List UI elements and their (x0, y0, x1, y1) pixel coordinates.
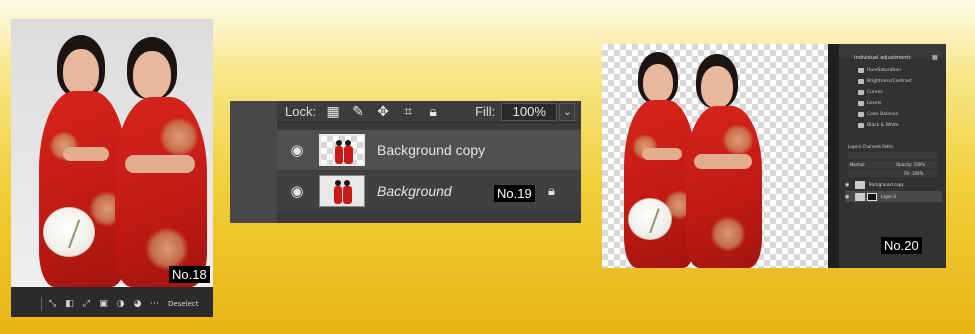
eye-icon[interactable]: ◉ (287, 182, 307, 200)
lock-image-pixels-icon[interactable]: ✎ (350, 104, 366, 120)
adjustment-black-white[interactable]: Black & White (858, 123, 899, 128)
lock-fill-row: Lock: ▦ ✎ ✥ ⌗ 🔒︎ Fill: 100% ⌄ (277, 101, 581, 123)
opacity-field[interactable]: Opacity: 100% (896, 162, 925, 167)
grid-view-icon[interactable]: ▦ (932, 54, 938, 61)
layer-row-background[interactable]: ◉ Background No.19 🔒︎ (277, 171, 581, 211)
transform-icon[interactable]: ⤢ (80, 298, 93, 311)
eye-icon[interactable]: ◉ (845, 194, 853, 200)
chevron-down-icon[interactable]: ⌄ (559, 102, 576, 121)
adjustment-color-balance[interactable]: Color Balance (858, 112, 898, 117)
deselect-button[interactable]: Deselect (168, 300, 199, 308)
panel-gutter (230, 101, 277, 223)
layer-thumbnail (319, 175, 365, 207)
blend-mode-select[interactable]: Normal (850, 162, 864, 167)
adjustment-brightness-contrast[interactable]: Brightness/Contrast (858, 79, 912, 84)
layer-thumbnail (319, 134, 365, 166)
adjustment-curves[interactable]: Curves (858, 90, 883, 95)
step-label-20: No.20 (881, 237, 922, 254)
eye-icon[interactable]: ◉ (287, 141, 307, 159)
layer-row-background-copy[interactable]: ◉ Background copy (277, 130, 581, 170)
eye-icon[interactable]: ◉ (845, 182, 853, 188)
lock-position-icon[interactable]: ✥ (375, 104, 391, 120)
layer-name[interactable]: Background (377, 183, 452, 199)
blend-opacity-row[interactable]: Normal Opacity: 100% (848, 161, 938, 168)
fill-label: Fill: (475, 104, 496, 119)
fill-input[interactable]: 100% (501, 102, 558, 121)
select-subject-icon[interactable]: ⤡ (46, 298, 59, 311)
mask-icon[interactable]: ◧ (63, 298, 76, 311)
layer-filter-row[interactable] (848, 152, 938, 159)
selection-screenshot: No.18 ⤡ ◧ ⤢ ▣ ◑ ◕ ⋯ Deselect (11, 19, 213, 317)
padlock-icon[interactable]: 🔒︎ (548, 184, 555, 199)
adjustment-hue-saturation[interactable]: Hue/Saturation (858, 68, 901, 73)
adjustments-title: Individual adjustments (854, 55, 911, 61)
invert-icon[interactable]: ◑ (114, 298, 127, 311)
woman-right (107, 33, 211, 287)
lock-fill-row[interactable]: Fill: 100% (848, 170, 938, 177)
layer-row-layer-0[interactable]: ◉ Layer 0 (845, 191, 942, 202)
crop-icon[interactable]: ▣ (97, 298, 110, 311)
layer-thumbnail (855, 192, 865, 201)
contextual-taskbar: ⤡ ◧ ⤢ ▣ ◑ ◕ ⋯ Deselect (11, 291, 213, 317)
more-icon[interactable]: ⋯ (148, 298, 161, 311)
transparent-canvas (602, 44, 828, 268)
drag-handle-icon[interactable] (41, 297, 42, 311)
layer-thumbnail (855, 180, 865, 189)
layers-tabs[interactable]: Layers Channels Paths (848, 144, 893, 149)
lock-label: Lock: (285, 104, 317, 119)
layers-panel-zoom: Lock: ▦ ✎ ✥ ⌗ 🔒︎ Fill: 100% ⌄ ◉ Backgrou… (230, 101, 581, 223)
adjustment-levels[interactable]: Levels (858, 101, 881, 106)
portrait-photo: No.18 (11, 19, 213, 287)
lock-all-icon[interactable]: 🔒︎ (425, 104, 441, 120)
layer-name[interactable]: Background copy (377, 142, 485, 158)
lock-artboard-icon[interactable]: ⌗ (400, 104, 416, 120)
fill-field[interactable]: Fill: 100% (904, 171, 923, 176)
lock-transparent-pixels-icon[interactable]: ▦ (325, 104, 341, 120)
brush-icon[interactable]: ◕ (131, 298, 144, 311)
step-label-18: No.18 (169, 266, 210, 283)
layer-mask-thumbnail[interactable] (867, 192, 877, 201)
layer-row-background-copy[interactable]: ◉ Background copy (845, 179, 942, 190)
woman-right (680, 50, 766, 268)
step-label-19: No.19 (494, 185, 535, 202)
panel-divider (828, 44, 839, 268)
masked-result-screenshot: Individual adjustments ▦ Hue/Saturation … (602, 44, 946, 268)
